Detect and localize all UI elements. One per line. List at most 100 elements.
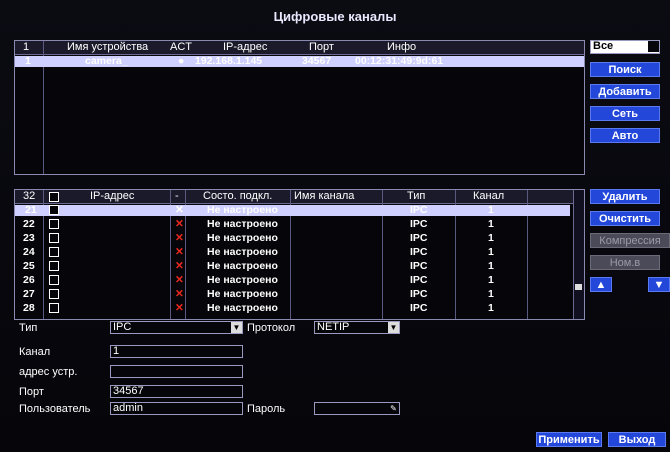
channel-list-header: 32 IP-адрес - Состо. подкл. Имя канала Т… (15, 190, 584, 204)
device-list-table[interactable]: 1 Имя устройства ACT IP-адрес Порт Инфо … (14, 40, 585, 175)
user-input[interactable]: admin (110, 402, 243, 415)
close-icon: ✕ (175, 246, 184, 258)
row-num: 27 (23, 288, 35, 300)
close-icon: ✕ (175, 288, 184, 300)
row-type: IPC (410, 288, 428, 300)
row-channel: 1 (488, 204, 494, 216)
channel-row[interactable]: 23 ✕ Не настроено IPC 1 (15, 233, 570, 244)
protocol-select-value: NETIP (317, 321, 350, 333)
row-num: 26 (23, 274, 35, 286)
password-input[interactable]: ✎ (314, 402, 400, 415)
row-checkbox[interactable] (49, 219, 59, 229)
filter-select-value: Все (593, 40, 614, 52)
dvr-screen: Цифровые каналы 1 Имя устройства ACT IP-… (0, 0, 670, 452)
chevron-down-icon[interactable] (648, 41, 659, 52)
channel-input[interactable]: 1 (110, 345, 243, 358)
network-button[interactable]: Сеть (590, 106, 660, 121)
device-address-input[interactable] (110, 365, 243, 378)
col-act: ACT (170, 41, 192, 53)
device-list-header: 1 Имя устройства ACT IP-адрес Порт Инфо (15, 41, 584, 55)
col-state: Состо. подкл. (203, 190, 273, 202)
channel-row[interactable]: 24 ✕ Не настроено IPC 1 (15, 247, 570, 258)
protocol-select[interactable]: NETIP ▼ (314, 321, 400, 334)
row-channel: 1 (488, 232, 494, 244)
row-checkbox[interactable] (49, 289, 59, 299)
row-state: Не настроено (207, 274, 278, 286)
clear-button[interactable]: Очистить (590, 211, 660, 226)
row-checkbox[interactable] (49, 233, 59, 243)
channel-row[interactable]: 22 ✕ Не настроено IPC 1 (15, 219, 570, 230)
add-button[interactable]: Добавить (590, 84, 660, 99)
channel-row[interactable]: 25 ✕ Не настроено IPC 1 (15, 261, 570, 272)
channel-scrollbar[interactable] (573, 190, 584, 319)
user-label: Пользователь (19, 403, 91, 415)
row-port: 34567 (302, 55, 332, 67)
row-checkbox[interactable] (49, 275, 59, 285)
col-channel: Канал (473, 190, 505, 202)
channel-label: Канал (19, 346, 51, 358)
channel-row[interactable]: 26 ✕ Не настроено IPC 1 (15, 275, 570, 286)
row-type: IPC (410, 204, 428, 216)
filter-select[interactable]: Все (590, 40, 660, 54)
scrollbar-thumb[interactable] (575, 284, 582, 290)
delete-button[interactable]: Удалить (590, 189, 660, 204)
row-device-name: camera_ (85, 55, 128, 67)
apply-button[interactable]: Применить (536, 432, 602, 447)
row-type: IPC (410, 274, 428, 286)
row-channel: 1 (488, 260, 494, 272)
type-select-value: IPC (113, 321, 132, 333)
close-icon: ✕ (175, 260, 184, 272)
row-type: IPC (410, 232, 428, 244)
chevron-down-icon[interactable]: ▼ (231, 322, 242, 333)
col-num: 32 (23, 190, 36, 202)
protocol-label: Протокол (247, 322, 296, 334)
close-icon: ✕ (175, 204, 184, 216)
scroll-down-button[interactable]: ▼ (648, 277, 670, 292)
channel-row[interactable]: 27 ✕ Не настроено IPC 1 (15, 289, 570, 300)
row-type: IPC (410, 246, 428, 258)
row-type: IPC (410, 303, 428, 313)
device-address-label: адрес устр. (19, 366, 78, 378)
port-input[interactable]: 34567 (110, 385, 243, 398)
row-type: IPC (410, 260, 428, 272)
col-num: 1 (23, 41, 30, 53)
channel-row[interactable]: 21 ✕ Не настроено IPC 1 (15, 205, 570, 216)
row-checkbox[interactable] (49, 261, 59, 271)
exit-button[interactable]: Выход (608, 432, 666, 447)
password-label: Пароль (247, 403, 286, 415)
select-all-checkbox[interactable] (49, 192, 59, 202)
row-num: 24 (23, 246, 35, 258)
port-label: Порт (19, 386, 44, 398)
keyboard-icon[interactable]: ✎ (388, 403, 399, 414)
nom-button[interactable]: Ном.в (590, 255, 660, 270)
row-state: Не настроено (207, 260, 278, 272)
col-type: Тип (407, 190, 426, 202)
row-checkbox[interactable] (49, 205, 59, 215)
auto-button[interactable]: Авто (590, 128, 660, 143)
row-checkbox[interactable] (49, 303, 59, 313)
col-channel-name: Имя канала (294, 190, 355, 202)
col-device-name: Имя устройства (67, 41, 149, 53)
close-icon: ✕ (175, 232, 184, 244)
chevron-down-icon[interactable]: ▼ (388, 322, 399, 333)
search-button[interactable]: Поиск (590, 62, 660, 77)
row-channel: 1 (488, 274, 494, 286)
compression-button[interactable]: Компрессия (590, 233, 670, 248)
type-select[interactable]: IPC ▼ (110, 321, 243, 334)
channel-list-table[interactable]: 32 IP-адрес - Состо. подкл. Имя канала Т… (14, 189, 585, 320)
device-row[interactable]: 1 camera_ ● 192.168.1.145 34567 00:12:31… (15, 56, 584, 67)
row-state: Не настроено (207, 218, 278, 230)
row-state: Не настроено (207, 232, 278, 244)
scroll-up-button[interactable]: ▲ (590, 277, 612, 292)
col-ip: IP-адрес (90, 190, 135, 202)
channel-row[interactable]: 28 ✕ Не настроено IPC 1 (15, 303, 570, 313)
close-icon: ✕ (175, 274, 184, 286)
row-checkbox[interactable] (49, 247, 59, 257)
type-label: Тип (19, 322, 38, 334)
row-state: Не настроено (207, 303, 278, 313)
row-state: Не настроено (207, 246, 278, 258)
close-icon: ✕ (175, 303, 184, 313)
row-ip: 192.168.1.145 (195, 55, 263, 67)
row-type: IPC (410, 218, 428, 230)
row-num: 1 (25, 55, 31, 67)
